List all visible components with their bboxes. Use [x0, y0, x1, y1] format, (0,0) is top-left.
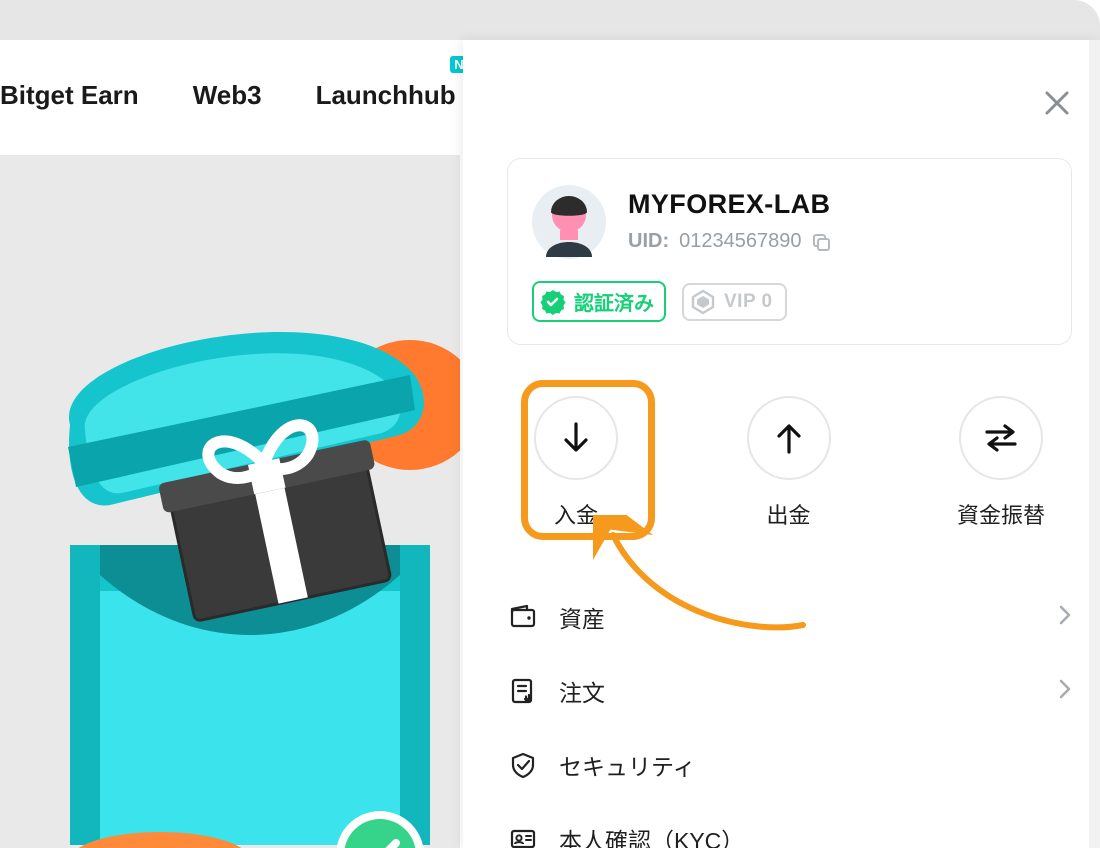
chevron-right-icon: [1058, 678, 1072, 705]
menu-security[interactable]: セキュリティ: [507, 728, 1072, 802]
nav-bitget-earn[interactable]: Bitget Earn: [0, 80, 139, 111]
account-menu: 資産 注文: [507, 580, 1072, 848]
arrow-up-icon: [770, 419, 808, 457]
vip-label: VIP 0: [724, 291, 773, 313]
profile-name: MYFOREX-LAB: [628, 189, 831, 220]
close-icon: [1042, 88, 1072, 118]
nav-launchhub[interactable]: Launchhub N: [316, 80, 456, 111]
profile-uid: UID: 01234567890: [628, 230, 831, 253]
deposit-label: 入金: [554, 498, 598, 530]
avatar-icon: [532, 185, 606, 259]
vip-badge[interactable]: VIP 0: [682, 283, 787, 321]
menu-assets-label: 資産: [559, 600, 1058, 634]
main-nav: Bitget Earn Web3 Launchhub N: [0, 60, 456, 130]
verified-icon: [540, 289, 566, 315]
shield-icon: [509, 751, 537, 779]
scrollbar[interactable]: [1089, 40, 1100, 848]
transfer-button[interactable]: 資金振替: [926, 396, 1076, 530]
arrow-down-icon: [557, 419, 595, 457]
menu-kyc-label: 本人確認（KYC）: [559, 822, 1072, 848]
nav-label: Bitget Earn: [0, 80, 139, 110]
browser-topband: [0, 0, 1100, 40]
withdraw-label: 出金: [766, 498, 810, 530]
menu-security-label: セキュリティ: [559, 748, 1072, 782]
withdraw-button[interactable]: 出金: [714, 396, 864, 530]
wallet-icon: [509, 603, 537, 631]
hero-background: [0, 155, 460, 848]
menu-orders[interactable]: 注文: [507, 654, 1072, 728]
menu-orders-label: 注文: [559, 674, 1058, 708]
transfer-icon: [981, 419, 1021, 457]
hero-illustration: [0, 315, 460, 848]
copy-uid-button[interactable]: [811, 232, 831, 252]
id-card-icon: [509, 825, 537, 848]
avatar: [532, 185, 606, 259]
profile-card: MYFOREX-LAB UID: 01234567890: [507, 158, 1072, 345]
verified-label: 認証済み: [574, 287, 654, 316]
transfer-label: 資金振替: [957, 498, 1045, 530]
hexagon-icon: [690, 289, 716, 315]
verified-badge: 認証済み: [532, 281, 666, 322]
uid-label: UID:: [628, 230, 669, 253]
deposit-button[interactable]: 入金: [501, 396, 651, 530]
chevron-right-icon: [1058, 604, 1072, 631]
menu-kyc[interactable]: 本人確認（KYC）: [507, 802, 1072, 848]
nav-web3[interactable]: Web3: [193, 80, 262, 111]
account-panel: MYFOREX-LAB UID: 01234567890: [463, 40, 1100, 848]
wallet-actions: 入金 出金: [501, 396, 1076, 530]
orders-icon: [509, 677, 537, 705]
copy-icon: [811, 232, 831, 252]
close-button[interactable]: [1042, 88, 1072, 123]
uid-value: 01234567890: [679, 230, 801, 253]
nav-label: Web3: [193, 80, 262, 110]
menu-assets[interactable]: 資産: [507, 580, 1072, 654]
nav-label: Launchhub: [316, 80, 456, 110]
